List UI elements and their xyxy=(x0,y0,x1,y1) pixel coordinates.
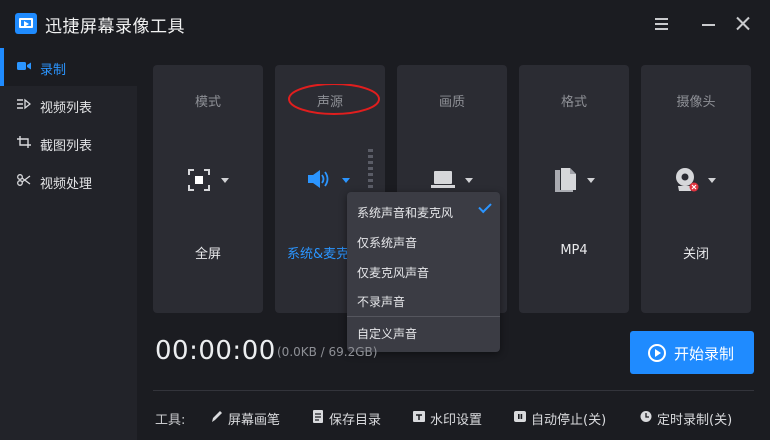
folder-icon xyxy=(313,410,323,423)
chevron-down-icon xyxy=(342,178,350,183)
audio-option-system-only[interactable]: 仅系统声音 xyxy=(347,226,500,256)
recording-timer: 00:00:00 xyxy=(155,336,276,366)
pen-icon xyxy=(212,411,222,422)
video-process-icon xyxy=(17,174,31,186)
mode-value: 全屏 xyxy=(194,247,221,262)
speaker-icon xyxy=(308,170,329,188)
chevron-down-icon xyxy=(465,178,473,183)
audio-option-system-and-mic[interactable]: 系统声音和麦克风 xyxy=(347,196,500,226)
close-button[interactable] xyxy=(732,13,754,35)
auto-stop-icon xyxy=(514,411,526,422)
tool-label: 屏幕画笔 xyxy=(228,413,281,428)
sidebar-item-label: 截图列表 xyxy=(40,139,93,154)
start-recording-label: 开始录制 xyxy=(674,345,735,363)
watermark-icon xyxy=(413,411,425,422)
audio-source-dropdown: 系统声音和麦克风 仅系统声音 仅麦克风声音 不录声音 自定义声音 xyxy=(347,192,500,352)
menu-button[interactable] xyxy=(651,13,673,35)
tools-label: 工具: xyxy=(155,413,186,428)
laptop-icon xyxy=(431,171,455,188)
clock-icon xyxy=(640,411,652,422)
chevron-down-icon xyxy=(587,178,595,183)
audio-option-none[interactable]: 不录声音 xyxy=(347,285,500,315)
minimize-button[interactable] xyxy=(698,13,720,35)
option-label: 不录声音 xyxy=(357,295,406,309)
record-icon xyxy=(17,62,31,70)
volume-meter xyxy=(368,149,373,188)
tool-label: 定时录制(关) xyxy=(657,413,733,428)
webcam-icon xyxy=(676,168,699,192)
audio-option-mic-only[interactable]: 仅麦克风声音 xyxy=(347,256,500,286)
format-value: MP4 xyxy=(560,243,588,258)
option-label: 系统声音和麦克风 xyxy=(357,206,454,220)
quality-title: 画质 xyxy=(438,95,465,110)
chevron-down-icon xyxy=(221,178,229,183)
sidebar-item-video-list[interactable]: 视频列表 xyxy=(0,86,137,124)
tool-label: 保存目录 xyxy=(329,413,382,428)
sidebar-item-video-process[interactable]: 视频处理 xyxy=(0,162,137,200)
play-icon xyxy=(655,349,661,357)
sidebar-item-label: 视频处理 xyxy=(40,177,93,192)
format-title: 格式 xyxy=(560,95,587,110)
option-label: 仅麦克风声音 xyxy=(357,266,430,280)
app-title: 迅捷屏幕录像工具 xyxy=(45,17,185,37)
active-indicator xyxy=(0,48,4,86)
chevron-down-icon xyxy=(708,178,716,183)
tool-label: 自动停止(关) xyxy=(531,413,607,428)
divider xyxy=(153,390,754,391)
audio-option-custom[interactable]: 自定义声音 xyxy=(347,317,500,347)
checkmark-icon xyxy=(478,199,492,214)
sidebar-item-label: 视频列表 xyxy=(40,101,93,116)
format-card[interactable]: 格式 MP4 xyxy=(519,65,629,313)
title-bar: 迅捷屏幕录像工具 xyxy=(0,0,770,48)
camera-card[interactable]: 摄像头 关闭 xyxy=(641,65,751,313)
sidebar-item-record[interactable]: 录制 xyxy=(0,48,137,86)
mode-title: 模式 xyxy=(194,95,221,110)
option-label: 仅系统声音 xyxy=(357,236,418,250)
sidebar-item-label: 录制 xyxy=(40,63,67,78)
file-size-info: (0.0KB / 69.2GB) xyxy=(277,345,378,359)
option-label: 自定义声音 xyxy=(357,327,418,341)
file-icon xyxy=(555,168,576,192)
camera-value: 关闭 xyxy=(682,247,709,262)
tool-label: 水印设置 xyxy=(430,413,483,428)
mode-card[interactable]: 模式 全屏 xyxy=(153,65,263,313)
video-list-icon xyxy=(17,98,31,110)
camera-title: 摄像头 xyxy=(676,95,716,110)
sidebar-item-screenshot-list[interactable]: 截图列表 xyxy=(0,124,137,162)
fullscreen-icon xyxy=(188,169,210,191)
screenshot-list-icon xyxy=(17,136,31,148)
sidebar: 录制 视频列表 截图列表 视频处理 xyxy=(0,48,137,440)
video-camera-logo xyxy=(15,13,37,34)
start-recording-button[interactable]: 开始录制 xyxy=(630,331,754,374)
annotation-circle xyxy=(288,84,380,115)
